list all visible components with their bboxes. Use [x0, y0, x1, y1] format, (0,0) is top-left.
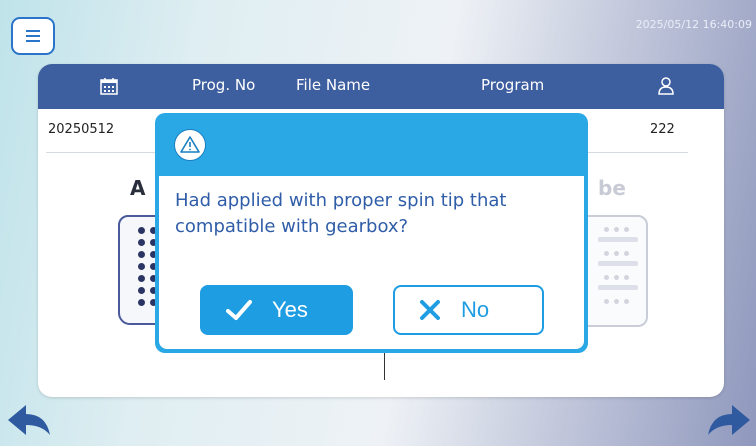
yes-button[interactable]: Yes [200, 285, 353, 335]
dialog-message: Had applied with proper spin tip that co… [175, 188, 565, 240]
right-panel-title: be [598, 176, 626, 200]
row-user: 222 [650, 122, 675, 137]
left-panel-title: A [130, 176, 146, 200]
menu-icon [26, 30, 40, 42]
right-plate-graphic [586, 215, 648, 327]
column-prog-no: Prog. No [192, 76, 256, 94]
column-program: Program [481, 76, 545, 94]
confirm-dialog: Had applied with proper spin tip that co… [155, 113, 588, 353]
check-icon [226, 300, 252, 320]
next-arrow-icon[interactable] [706, 403, 752, 437]
row-date: 20250512 [48, 122, 115, 137]
no-button-label: No [461, 297, 490, 322]
no-button[interactable]: No [393, 285, 544, 335]
warning-badge [174, 129, 206, 161]
table-header: Prog. No File Name Program [38, 64, 724, 109]
datetime: 2025/05/12 16:40:09 [635, 18, 752, 31]
column-file-name: File Name [296, 76, 371, 94]
x-icon [420, 300, 440, 320]
dialog-message-line1: Had applied with proper spin tip that [175, 190, 507, 211]
dialog-message-line2: compatible with gearbox? [175, 216, 409, 237]
warning-icon [180, 136, 200, 153]
user-icon [658, 77, 674, 95]
menu-button[interactable] [11, 17, 55, 55]
back-arrow-icon[interactable] [6, 403, 52, 437]
yes-button-label: Yes [272, 297, 308, 322]
calendar-icon [100, 78, 118, 95]
